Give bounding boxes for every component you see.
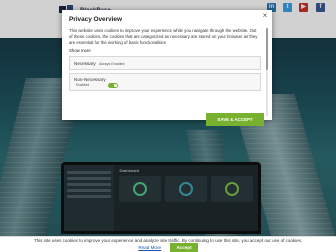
- category-status: Always Enabled: [98, 62, 125, 66]
- privacy-description: This website uses cookies to improve you…: [69, 28, 258, 45]
- category-status: Enabled: [76, 83, 90, 88]
- category-name: Non-Necessary: [74, 77, 106, 82]
- non-necessary-toggle[interactable]: [108, 83, 118, 88]
- show-more-link[interactable]: Show more: [69, 48, 261, 53]
- category-necessary[interactable]: Necessary Always Enabled: [69, 56, 261, 70]
- save-accept-button[interactable]: SAVE & ACCEPT: [206, 113, 264, 126]
- cookie-bar: This site uses cookies to improve your e…: [0, 236, 336, 252]
- accept-button[interactable]: Accept: [170, 243, 198, 252]
- close-button[interactable]: ×: [261, 12, 269, 20]
- scrollbar-thumb[interactable]: [266, 28, 268, 70]
- read-more-link[interactable]: Read More: [138, 245, 161, 250]
- modal-scroll-area[interactable]: This website uses cookies to improve you…: [69, 28, 261, 120]
- privacy-modal: × Privacy Overview This website uses coo…: [62, 10, 272, 126]
- modal-title: Privacy Overview: [69, 16, 122, 23]
- category-name: Necessary: [74, 61, 96, 66]
- category-non-necessary[interactable]: Non-Necessary Enabled: [69, 73, 261, 91]
